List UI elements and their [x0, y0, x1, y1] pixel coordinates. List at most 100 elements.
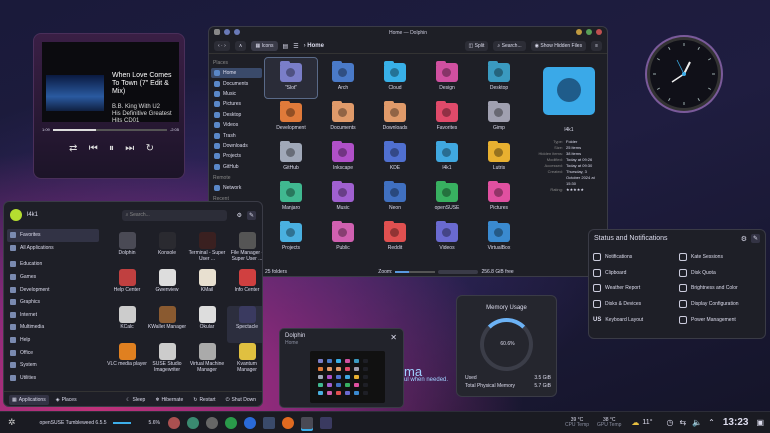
up-button[interactable]: ∧ [234, 41, 247, 51]
pin-icon[interactable]: ✎ [750, 234, 760, 243]
category-all-applications[interactable]: All Applications [7, 242, 99, 255]
app-icon-1[interactable] [167, 416, 180, 429]
folder-item[interactable]: VirtualBox [473, 218, 525, 258]
category-internet[interactable]: Internet [7, 309, 99, 322]
progress-bar[interactable] [52, 128, 167, 131]
zoom-slider[interactable] [395, 271, 436, 273]
app-kwallet-manager[interactable]: KWallet Manager [147, 306, 187, 343]
folder-item[interactable]: "Slot" [264, 57, 318, 99]
launcher-icon[interactable]: ✲ [8, 417, 16, 428]
folder-item[interactable]: Gimp [473, 98, 525, 138]
tab-applications[interactable]: ▦ Applications [9, 394, 49, 405]
place-network[interactable]: Network [211, 183, 262, 193]
app-icon-2[interactable] [186, 416, 199, 429]
folder-item[interactable]: Development [265, 98, 317, 138]
app-dolphin[interactable]: Dolphin [107, 232, 147, 269]
details-view-icon[interactable]: ☰ [293, 43, 298, 50]
place-documents[interactable]: Documents [211, 78, 262, 88]
folder-item[interactable]: Downloads [369, 98, 421, 138]
status-brightness-and-color[interactable]: Brightness and Color [679, 281, 763, 297]
place-music[interactable]: Music [211, 89, 262, 99]
folder-item[interactable]: Projects [265, 218, 317, 258]
app-virtual-machine-manager[interactable]: Virtual Machine Manager [187, 343, 227, 380]
folder-item[interactable]: Videos [421, 218, 473, 258]
app-okular[interactable]: Okular [187, 306, 227, 343]
hamburger-menu-icon[interactable]: ≡ [591, 41, 602, 51]
status-weather-report[interactable]: Weather Report [593, 281, 679, 297]
pin-icon[interactable] [224, 29, 230, 35]
search-input[interactable]: ⌕ Search... [121, 209, 227, 221]
repeat-icon[interactable]: ↻ [146, 143, 154, 154]
configure-icon[interactable]: ⚙ [741, 235, 747, 243]
folder-item[interactable]: Inkscape [317, 138, 369, 178]
folder-item[interactable]: Public [317, 218, 369, 258]
keep-above-icon[interactable] [234, 29, 240, 35]
app-menu-icon[interactable] [214, 29, 220, 35]
folder-item[interactable]: Design [421, 58, 473, 98]
avatar[interactable] [10, 209, 22, 221]
app-gwenview[interactable]: Gwenview [147, 269, 187, 306]
app-icon-6[interactable] [262, 416, 275, 429]
category-education[interactable]: Education [7, 258, 99, 271]
place-pictures[interactable]: Pictures [211, 99, 262, 109]
restart-button[interactable]: ↻ Restart [190, 395, 218, 405]
status-keyboard-layout[interactable]: US Keyboard Layout [593, 312, 679, 328]
next-icon[interactable]: ⏭ [125, 143, 134, 154]
category-help[interactable]: Help [7, 334, 99, 347]
place-trash[interactable]: Trash [211, 130, 262, 140]
place-home[interactable]: Home [211, 68, 262, 79]
folder-item[interactable]: Music [317, 178, 369, 218]
status-disk-quota[interactable]: Disk Quota [679, 265, 763, 281]
volume-icon[interactable]: 🔈 [692, 418, 702, 427]
app-terminal-super-user-[interactable]: Terminal - Super User ... [187, 232, 227, 269]
app-icon-5[interactable] [243, 416, 256, 429]
category-graphics[interactable]: Graphics [7, 296, 99, 309]
category-office[interactable]: Office [7, 346, 99, 359]
sleep-button[interactable]: ☾ Sleep [123, 395, 148, 405]
close-icon[interactable]: ✕ [390, 333, 397, 342]
folder-item[interactable]: KDE [369, 138, 421, 178]
show-hidden-button[interactable]: ◉ Show Hidden Files [530, 41, 587, 51]
status-disks-devices[interactable]: Disks & Devices [593, 296, 679, 312]
close-icon[interactable] [596, 29, 602, 35]
search-button[interactable]: ⌕ Search... [493, 41, 526, 51]
category-multimedia[interactable]: Multimedia [7, 321, 99, 334]
place-downloads[interactable]: Downloads [211, 141, 262, 151]
pause-icon[interactable]: ⏸ [109, 143, 114, 154]
hibernate-button[interactable]: ❄ Hibernate [152, 395, 186, 405]
configure-icon[interactable]: ⚙ [237, 212, 242, 219]
place-github[interactable]: GitHub [211, 162, 262, 172]
status-display-configuration[interactable]: Display Configuration [679, 296, 763, 312]
app-icon-3[interactable] [205, 416, 218, 429]
app-help-center[interactable]: Help Center [107, 269, 147, 306]
app-file-manager-super-user-[interactable]: File Manager - Super User ... [227, 232, 262, 269]
weather-icon[interactable]: ☁ [631, 418, 639, 427]
window-preview-tooltip[interactable]: Dolphin Home ✕ [279, 328, 404, 408]
status-notifications[interactable]: Notifications [593, 249, 679, 265]
shuffle-icon[interactable]: ⇄ [69, 143, 77, 154]
folder-item[interactable]: Reddit [369, 218, 421, 258]
folder-item[interactable]: Lutris [473, 138, 525, 178]
status-kate-sessions[interactable]: Kate Sessions [679, 249, 763, 265]
info-value[interactable]: ★★★★★ [566, 187, 602, 193]
place-projects[interactable]: Projects [211, 151, 262, 161]
folder-item[interactable]: Favorites [421, 98, 473, 138]
app-info-center[interactable]: Info Center [227, 269, 262, 306]
firefox-icon[interactable] [281, 416, 294, 429]
folder-item[interactable]: Pictures [473, 178, 525, 218]
spectacle-task-icon[interactable] [319, 416, 332, 429]
previous-icon[interactable]: ⏮ [89, 143, 98, 154]
category-system[interactable]: System [7, 359, 99, 372]
app-kcalc[interactable]: KCalc [107, 306, 147, 343]
app-icon-4[interactable] [224, 416, 237, 429]
status-clipboard[interactable]: Clipboard [593, 265, 679, 281]
category-favorites[interactable]: Favorites [7, 229, 99, 242]
dolphin-task-icon[interactable] [300, 416, 313, 429]
folder-item[interactable]: openSUSE [421, 178, 473, 218]
back-button[interactable]: ‹ · › [214, 41, 230, 51]
pin-icon[interactable]: ✎ [246, 210, 256, 220]
app-kvantum-manager[interactable]: Kvantum Manager [227, 343, 262, 380]
maximize-icon[interactable] [586, 29, 592, 35]
peek-desktop-icon[interactable] [25, 418, 34, 427]
category-utilities[interactable]: Utilities [7, 372, 99, 385]
